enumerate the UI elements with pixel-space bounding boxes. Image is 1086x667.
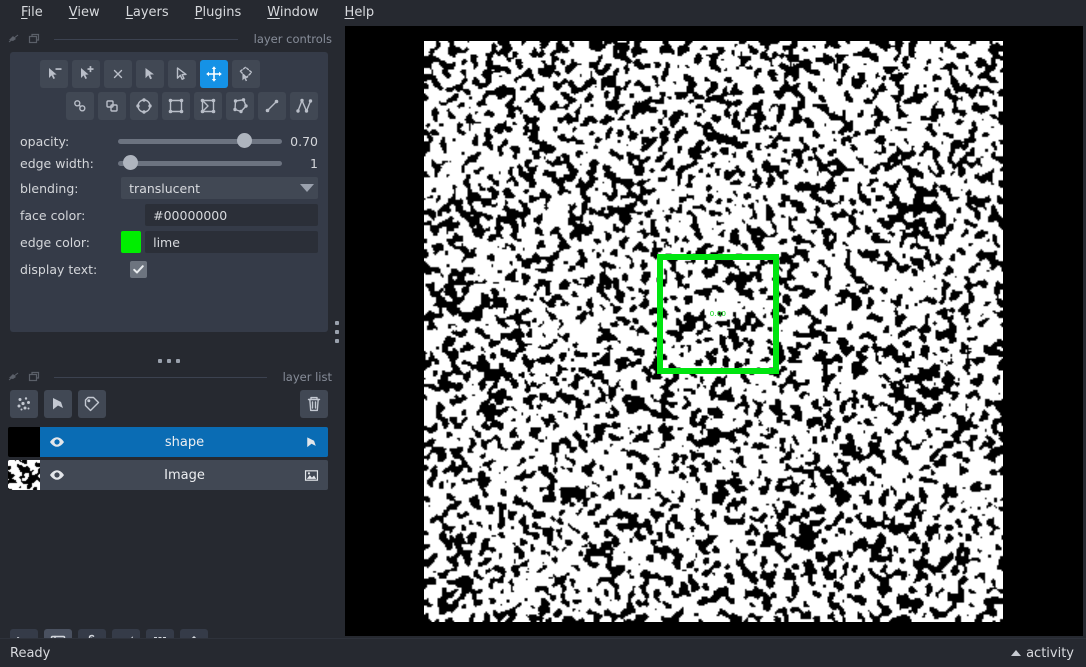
face-color-row: face color: #00000000 (20, 204, 318, 226)
move-front-icon[interactable] (66, 92, 94, 120)
undock-icon[interactable] (28, 33, 40, 45)
menu-help[interactable]: Help (332, 2, 388, 24)
status-message: Ready (10, 645, 51, 661)
new-points-layer-button[interactable] (10, 390, 38, 418)
delete-layer-button[interactable] (300, 390, 328, 418)
new-shapes-layer-button[interactable] (44, 390, 72, 418)
blending-value: translucent (129, 180, 201, 196)
opacity-slider[interactable] (117, 132, 282, 150)
vertex-remove-icon[interactable] (40, 60, 68, 88)
layer-list: shape Image (8, 427, 328, 493)
chevron-up-icon (1011, 650, 1022, 656)
float-dock-icon[interactable] (8, 33, 20, 45)
menu-plugins[interactable]: Plugins (182, 2, 255, 24)
edge-width-slider[interactable] (117, 154, 282, 172)
edge-color-input[interactable]: lime (145, 231, 318, 253)
opacity-value: 0.70 (290, 133, 318, 149)
display-text-row: display text: (20, 258, 318, 280)
ellipse-icon[interactable] (130, 92, 158, 120)
layer-name-image: Image (164, 467, 205, 483)
layer-action-buttons (10, 389, 328, 419)
edge-color-row: edge color: lime (20, 231, 318, 253)
points-icon (17, 397, 30, 411)
delete-shape-icon[interactable] (104, 60, 132, 88)
new-labels-layer-button[interactable] (78, 390, 106, 418)
menu-layers[interactable]: Layers (113, 2, 182, 24)
check-icon (133, 264, 144, 273)
layer-controls-title: layer controls (253, 32, 332, 46)
activity-label: activity (1026, 645, 1074, 661)
blending-label: blending: (20, 180, 79, 196)
shape-tools-row-2 (20, 92, 318, 120)
move-back-icon[interactable] (98, 92, 126, 120)
napari-main-window: File View Layers Plugins Window Help lay… (0, 0, 1086, 667)
visibility-toggle-shape[interactable] (48, 433, 66, 451)
labels-tag-icon (84, 396, 100, 412)
edge-width-label: edge width: (20, 155, 94, 171)
layer-controls-panel: opacity: 0.70 edge width: 1 blending: tr… (10, 52, 328, 332)
edge-width-value: 1 (310, 155, 318, 171)
face-color-input[interactable]: #00000000 (145, 204, 318, 226)
eye-icon (50, 437, 64, 447)
face-color-label: face color: (20, 207, 86, 223)
layer-thumbnail-image (8, 460, 40, 490)
visibility-toggle-image[interactable] (48, 466, 66, 484)
vertex-insert-icon[interactable] (72, 60, 100, 88)
rectangle-icon[interactable] (162, 92, 190, 120)
viewer-canvas-area: 0.00 (343, 26, 1086, 638)
edge-width-slider-track (117, 160, 282, 166)
edge-color-label: edge color: (20, 234, 90, 250)
panel-splitter-horizontal[interactable] (0, 354, 338, 368)
menu-window[interactable]: Window (254, 2, 331, 24)
pan-zoom-icon[interactable] (200, 60, 228, 88)
layer-list-title: layer list (282, 370, 332, 384)
menu-view[interactable]: View (56, 2, 113, 24)
opacity-label: opacity: (20, 133, 70, 149)
polygon-icon[interactable] (194, 92, 222, 120)
transform-icon[interactable] (232, 60, 260, 88)
undock-icon-2[interactable] (28, 371, 40, 383)
shape-text-label: 0.00 (709, 310, 727, 318)
dock-splitter-vertical[interactable] (331, 26, 343, 638)
select-outline-icon[interactable] (168, 60, 196, 88)
display-text-checkbox[interactable] (130, 260, 147, 278)
shape-rectangle[interactable]: 0.00 (657, 254, 779, 374)
blending-select[interactable]: translucent (121, 177, 318, 199)
select-filled-icon[interactable] (136, 60, 164, 88)
chevron-down-icon (300, 184, 314, 192)
eye-icon (50, 470, 64, 480)
menu-file[interactable]: File (8, 2, 56, 24)
menu-bar: File View Layers Plugins Window Help (0, 0, 1086, 26)
dock-header-rule-2 (54, 376, 267, 378)
opacity-row: opacity: 0.70 (20, 130, 318, 152)
layer-row-image[interactable]: Image (8, 460, 328, 490)
status-bar: Ready activity (0, 638, 1086, 667)
layer-row-shape[interactable]: shape (8, 427, 328, 457)
trash-icon (307, 396, 321, 412)
line-icon[interactable] (258, 92, 286, 120)
face-color-swatch[interactable] (121, 204, 141, 226)
path-icon[interactable] (290, 92, 318, 120)
shapes-icon (53, 398, 63, 410)
viewer-canvas[interactable]: 0.00 (345, 26, 1083, 636)
shape-tools-row-1 (20, 60, 318, 88)
layer-type-icon-image (303, 467, 320, 484)
layer-controls-dock-header: layer controls (0, 30, 338, 48)
layer-type-icon-shapes (303, 434, 320, 451)
display-text-label: display text: (20, 261, 98, 277)
activity-toggle[interactable]: activity (1011, 646, 1074, 661)
blending-row: blending: translucent (20, 177, 318, 199)
opacity-slider-handle[interactable] (236, 133, 252, 148)
layer-name-shape: shape (164, 434, 205, 450)
opacity-slider-track (117, 138, 282, 144)
edge-width-row: edge width: 1 (20, 152, 318, 174)
edge-color-swatch[interactable] (120, 231, 142, 253)
polygon-lasso-icon[interactable] (226, 92, 254, 120)
edge-width-slider-handle[interactable] (122, 155, 138, 170)
left-dock: layer controls opacity: 0.70 edge width:… (0, 26, 338, 657)
float-dock-icon-2[interactable] (8, 371, 20, 383)
layer-thumbnail-shape (8, 427, 40, 457)
dock-header-rule (54, 38, 238, 40)
layer-list-dock-header: layer list (0, 368, 338, 386)
